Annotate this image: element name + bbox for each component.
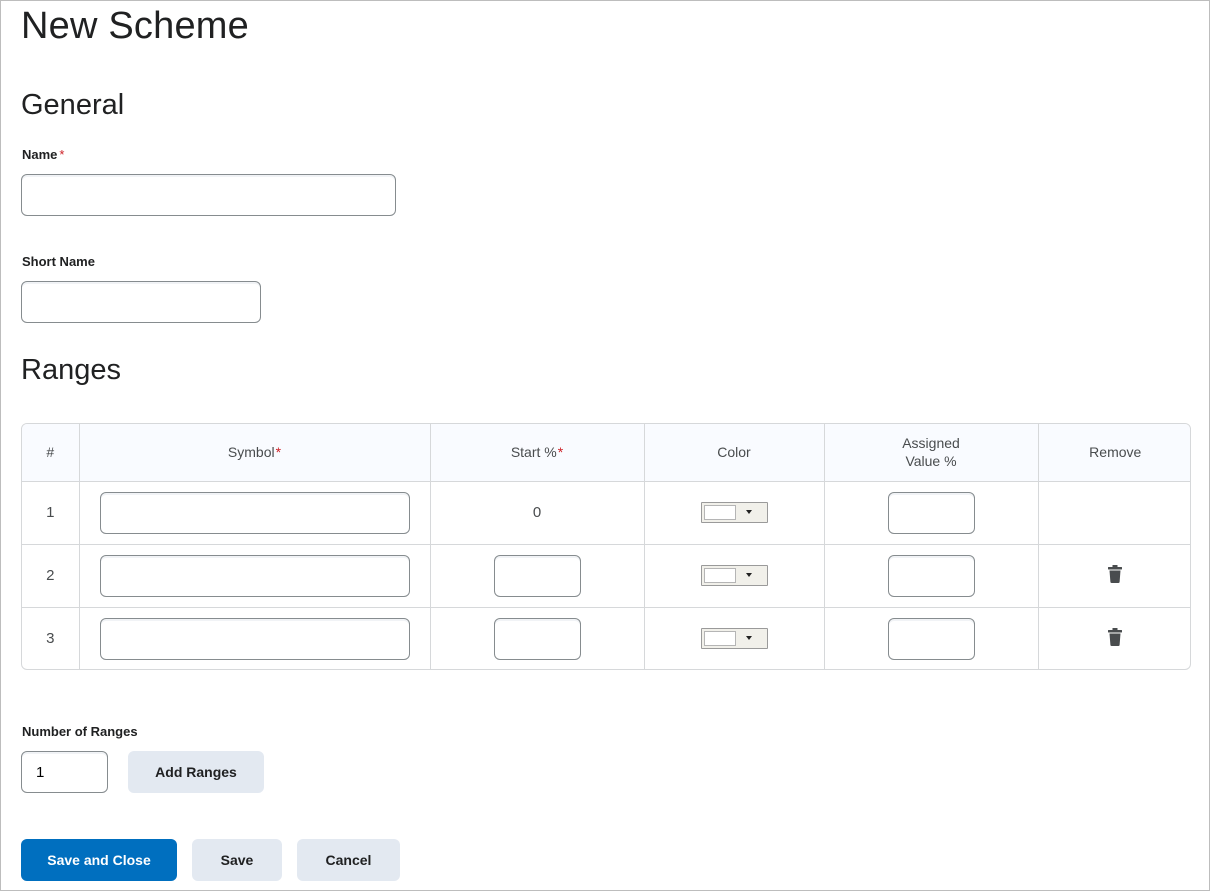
column-header-start-text: Start % bbox=[510, 444, 557, 461]
remove-cell bbox=[1037, 606, 1190, 669]
column-header-assigned: Assigned Value % bbox=[823, 424, 1039, 482]
page-frame: New Scheme General Name * Short Name Rang… bbox=[0, 0, 1210, 891]
column-header-color: Color bbox=[643, 424, 825, 482]
add-ranges-button[interactable]: Add Ranges bbox=[128, 751, 264, 793]
row-index: 3 bbox=[22, 606, 80, 669]
color-picker[interactable] bbox=[700, 627, 768, 649]
color-cell bbox=[643, 480, 825, 545]
table-row: 1 0 bbox=[22, 480, 1190, 545]
cancel-button[interactable]: Cancel bbox=[297, 839, 400, 881]
column-header-remove: Remove bbox=[1037, 424, 1190, 482]
start-cell bbox=[429, 606, 645, 669]
remove-cell bbox=[1037, 480, 1190, 545]
trash-icon[interactable] bbox=[1108, 564, 1123, 587]
save-and-close-button[interactable]: Save and Close bbox=[21, 839, 177, 881]
color-picker[interactable] bbox=[700, 501, 768, 523]
symbol-cell bbox=[78, 480, 431, 545]
short-name-input[interactable] bbox=[21, 281, 261, 323]
ranges-table: # Symbol* Start %* Color Assigned Value %… bbox=[21, 423, 1191, 670]
name-label-text: Name bbox=[22, 147, 58, 162]
caret-down-icon bbox=[745, 510, 752, 514]
start-value: 0 bbox=[429, 480, 645, 545]
table-row: 2 bbox=[22, 543, 1190, 608]
column-header-symbol-text: Symbol bbox=[227, 444, 275, 461]
color-cell bbox=[643, 543, 825, 608]
remove-cell bbox=[1037, 543, 1190, 608]
short-name-label: Short Name bbox=[22, 254, 95, 269]
start-percent-input[interactable] bbox=[493, 617, 581, 660]
assigned-cell bbox=[823, 480, 1039, 545]
assigned-value-input[interactable] bbox=[887, 491, 975, 534]
page-title: New Scheme bbox=[21, 5, 249, 47]
save-button[interactable]: Save bbox=[192, 839, 282, 881]
assigned-value-input[interactable] bbox=[887, 554, 975, 597]
required-marker: * bbox=[59, 147, 65, 162]
general-heading: General bbox=[21, 89, 125, 121]
assigned-cell bbox=[823, 606, 1039, 669]
color-swatch bbox=[703, 504, 736, 520]
color-cell bbox=[643, 606, 825, 669]
symbol-input[interactable] bbox=[99, 491, 410, 534]
symbol-cell bbox=[78, 543, 431, 608]
column-header-assigned-line2: Value % bbox=[905, 453, 957, 470]
color-swatch bbox=[703, 630, 736, 646]
name-input[interactable] bbox=[21, 174, 396, 216]
color-swatch bbox=[703, 567, 736, 583]
row-index: 2 bbox=[22, 543, 80, 608]
column-header-index: # bbox=[22, 424, 80, 482]
number-of-ranges-label: Number of Ranges bbox=[22, 724, 138, 739]
row-index: 1 bbox=[22, 480, 80, 545]
start-cell bbox=[429, 543, 645, 608]
number-of-ranges-input[interactable] bbox=[21, 751, 108, 793]
required-marker: * bbox=[275, 444, 282, 461]
column-header-symbol: Symbol* bbox=[78, 424, 431, 482]
table-row: 3 bbox=[22, 606, 1190, 669]
required-marker: * bbox=[557, 444, 564, 461]
assigned-value-input[interactable] bbox=[887, 617, 975, 660]
table-header-row: # Symbol* Start %* Color Assigned Value %… bbox=[22, 424, 1190, 482]
color-picker[interactable] bbox=[700, 564, 768, 586]
trash-icon[interactable] bbox=[1108, 627, 1123, 650]
caret-down-icon bbox=[745, 573, 752, 577]
symbol-input[interactable] bbox=[99, 617, 410, 660]
column-header-assigned-line1: Assigned bbox=[902, 435, 960, 452]
assigned-cell bbox=[823, 543, 1039, 608]
name-label: Name * bbox=[22, 147, 64, 162]
symbol-input[interactable] bbox=[99, 554, 410, 597]
ranges-heading: Ranges bbox=[21, 354, 121, 386]
caret-down-icon bbox=[745, 636, 752, 641]
start-percent-input[interactable] bbox=[493, 554, 581, 597]
symbol-cell bbox=[78, 606, 431, 669]
column-header-start: Start %* bbox=[429, 424, 645, 482]
